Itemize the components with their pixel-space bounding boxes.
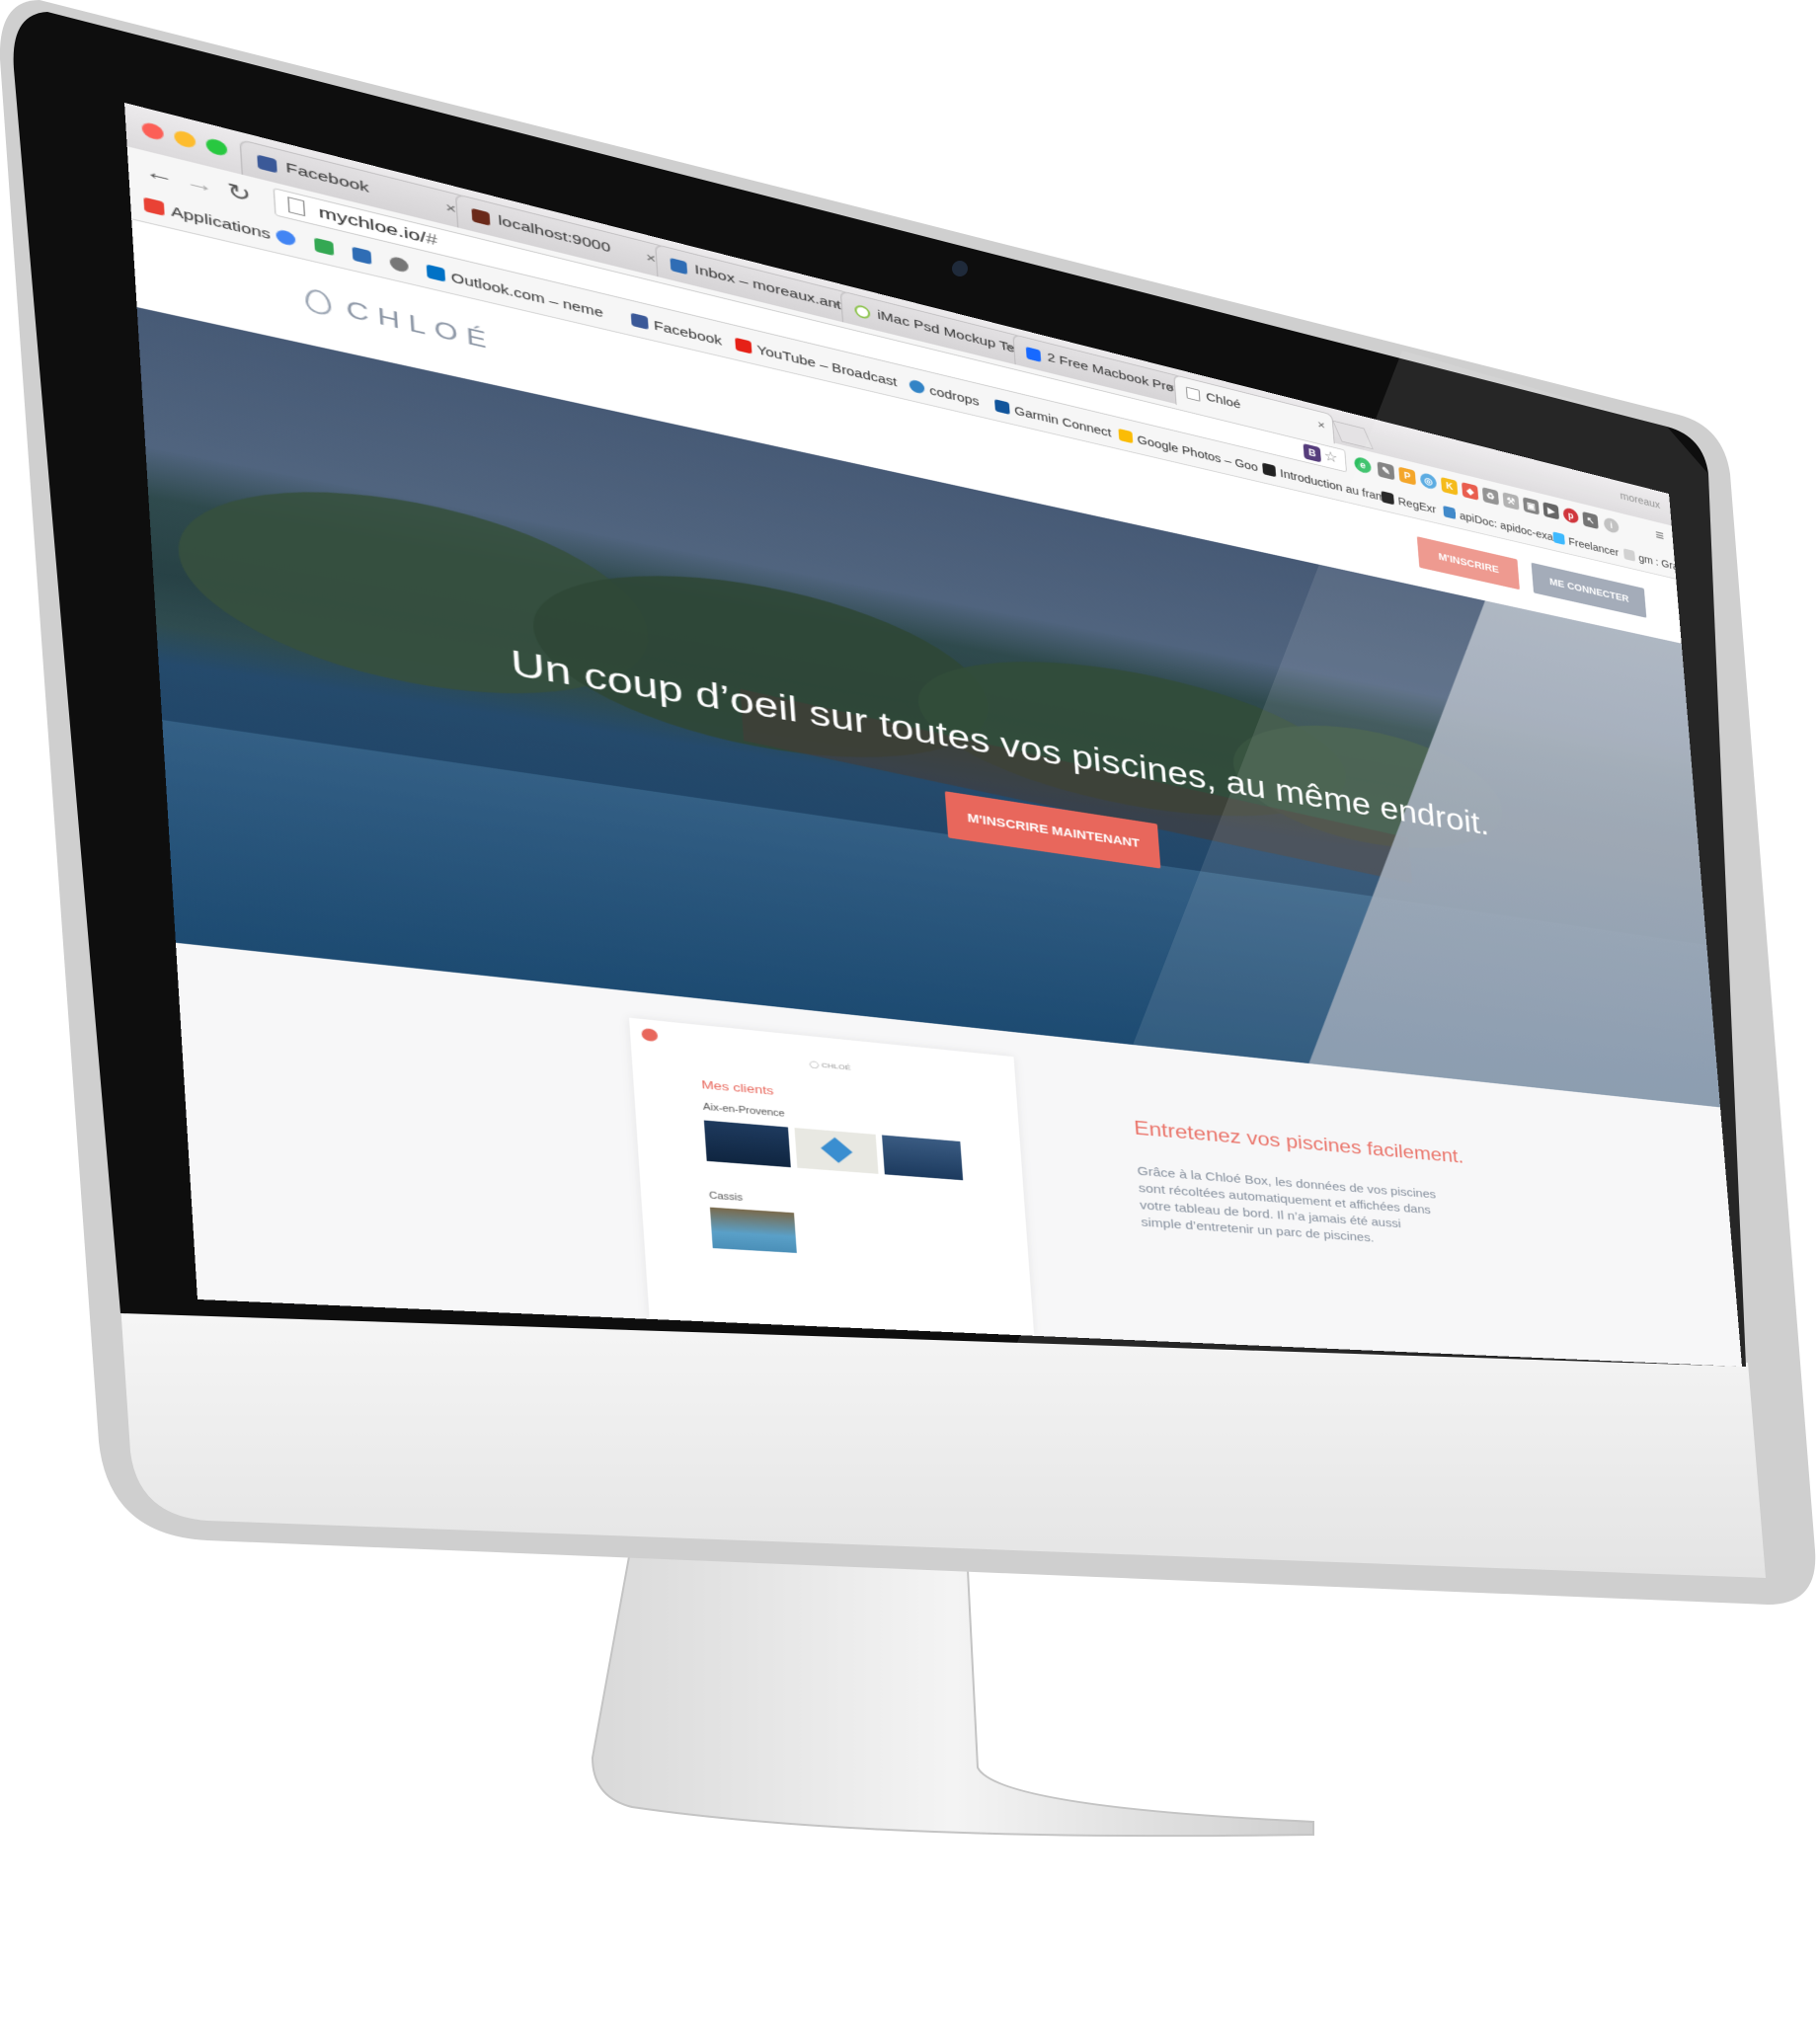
- reload-icon[interactable]: ↻: [226, 178, 252, 207]
- menu-icon[interactable]: ≡: [1655, 527, 1665, 545]
- screen-extension-icon[interactable]: ▣: [1523, 497, 1540, 515]
- dashboard-preview: ◯ CHLOÉ Mes clients Aix-en-Provence Cass…: [629, 1017, 1035, 1336]
- framework-icon: [1262, 462, 1277, 478]
- localhost-icon: [471, 207, 491, 226]
- bookmark-drive[interactable]: [314, 237, 341, 259]
- mail-icon: [352, 246, 372, 266]
- login-button[interactable]: ME CONNECTER: [1531, 562, 1647, 618]
- pdf-extension-icon[interactable]: P: [1398, 466, 1416, 486]
- url-hash: #: [425, 229, 438, 250]
- tools-extension-icon[interactable]: ⚒: [1502, 492, 1520, 511]
- inbox-icon: [670, 257, 688, 275]
- camera-icon: [952, 261, 968, 276]
- tab-label: Chloé: [1205, 389, 1241, 412]
- loading-icon: [854, 303, 871, 321]
- back-icon[interactable]: ←: [144, 158, 175, 190]
- evernote-extension-icon[interactable]: e: [1353, 455, 1372, 475]
- recycle-extension-icon[interactable]: ♻: [1481, 487, 1499, 506]
- signup-button[interactable]: M'INSCRIRE: [1416, 536, 1520, 590]
- star-icon[interactable]: ☆: [1323, 447, 1338, 466]
- pool-thumbnail: [794, 1128, 879, 1174]
- pen-extension-icon[interactable]: ✎: [1377, 461, 1395, 481]
- apps-grid-icon: [143, 197, 165, 216]
- apidoc-icon: [1443, 505, 1457, 520]
- bookmark-mail[interactable]: [352, 246, 377, 268]
- pool-thumbnail: [709, 1207, 797, 1253]
- bookmark-history[interactable]: [389, 255, 415, 276]
- stand: [591, 1538, 1314, 1838]
- zoom-window-icon[interactable]: [205, 136, 228, 158]
- page-icon: [287, 197, 306, 217]
- ghostery-extension-icon[interactable]: ◎: [1419, 471, 1438, 491]
- behance-icon: [1025, 347, 1042, 362]
- video-extension-icon[interactable]: ▶: [1542, 502, 1559, 520]
- drive-icon: [314, 237, 335, 257]
- garmin-icon: [994, 399, 1010, 415]
- forward-icon[interactable]: →: [184, 168, 214, 199]
- pinterest-extension-icon[interactable]: p: [1562, 507, 1579, 525]
- history-icon: [389, 255, 410, 274]
- bookmark-label: RegExr: [1397, 495, 1437, 516]
- cursor-extension-icon[interactable]: ↖: [1582, 511, 1599, 529]
- feature-title: Entretenez vos piscines facilement.: [1133, 1117, 1464, 1168]
- bookmark-google[interactable]: [276, 228, 302, 249]
- dashboard-menu-icon: [641, 1027, 659, 1043]
- photos-icon: [1118, 428, 1134, 444]
- feature-description: Grâce à la Chloé Box, les données de vos…: [1137, 1163, 1437, 1245]
- keep-extension-icon[interactable]: K: [1440, 476, 1459, 496]
- dashboard-group-label: Aix-en-Provence: [702, 1102, 786, 1120]
- pool-thumbnail: [882, 1135, 964, 1181]
- page-icon: [1622, 548, 1636, 562]
- dashboard-group-label: Cassis: [708, 1191, 744, 1204]
- colorzilla-extension-icon[interactable]: ◆: [1462, 482, 1479, 501]
- facebook-icon: [257, 154, 277, 174]
- water-drop-logo-icon: [304, 286, 332, 317]
- profile-name[interactable]: moreaux: [1620, 490, 1660, 511]
- outlook-icon: [426, 264, 446, 282]
- tab-close-icon[interactable]: ×: [1316, 411, 1326, 439]
- minimize-window-icon[interactable]: [173, 128, 197, 150]
- codrops-icon: [909, 378, 925, 395]
- pool-thumbnail: [703, 1120, 791, 1168]
- dashboard-title: Mes clients: [700, 1077, 774, 1098]
- freelancer-icon: [1552, 531, 1565, 545]
- logo-text[interactable]: CHLOÉ: [346, 296, 496, 356]
- close-window-icon[interactable]: [141, 120, 165, 142]
- youtube-icon: [735, 337, 752, 354]
- page-icon: [1185, 386, 1201, 402]
- facebook-icon: [630, 312, 649, 330]
- regexr-icon: [1381, 491, 1394, 506]
- dashboard-logo: ◯ CHLOÉ: [809, 1060, 851, 1072]
- google-icon: [276, 228, 296, 248]
- info-extension-icon[interactable]: i: [1603, 516, 1620, 535]
